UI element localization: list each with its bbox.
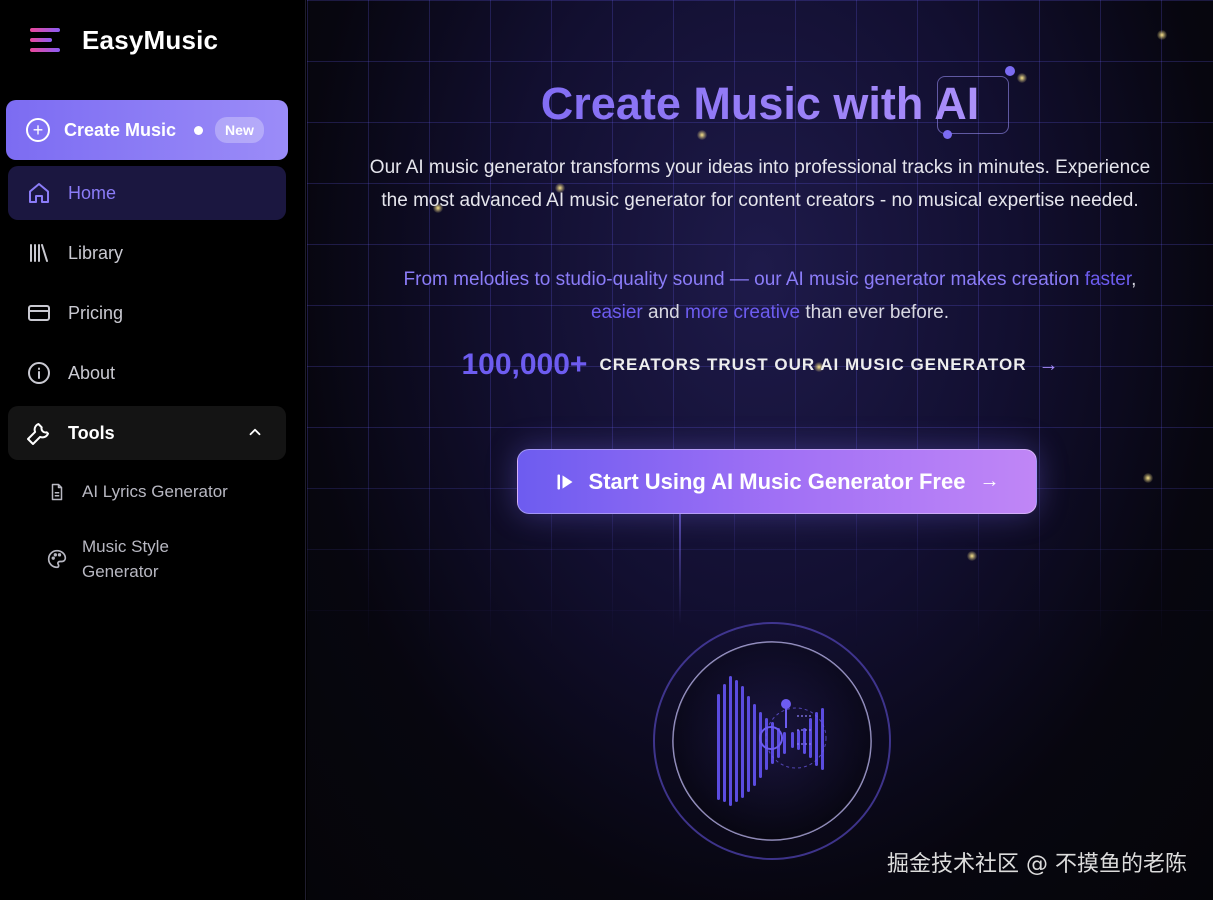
- create-music-label: Create Music: [64, 119, 177, 140]
- hero-subtext-comma: ,: [1131, 269, 1137, 290]
- hamburger-menu-icon[interactable]: [28, 24, 64, 56]
- ai-frame-dot: [1005, 66, 1015, 76]
- ai-frame-dot: [943, 130, 952, 139]
- hero-subtext-part: From melodies to studio-quality sound — …: [403, 269, 1085, 290]
- hero-subtext: From melodies to studio-quality sound — …: [347, 264, 1193, 329]
- sidebar-item-pricing[interactable]: Pricing: [8, 286, 286, 340]
- trust-number: 100,000+: [461, 348, 588, 381]
- sparkle-decoration: [697, 130, 707, 140]
- main-content: Create Music with AI Our AI music genera…: [307, 0, 1213, 900]
- play-music-icon: [557, 474, 573, 489]
- document-icon: [46, 481, 68, 503]
- sidebar-item-label: Tools: [68, 422, 115, 443]
- home-icon: [26, 180, 52, 206]
- hero-highlight-easier: easier: [590, 301, 643, 323]
- info-icon: [26, 360, 52, 386]
- sidebar-subitem-music-style-generator[interactable]: Music Style Generator: [46, 534, 286, 584]
- hero-subtext-and: and: [642, 301, 685, 323]
- sparkle-decoration: [1143, 473, 1153, 483]
- sidebar-item-library[interactable]: Library: [8, 226, 286, 280]
- sidebar-item-label: Pricing: [68, 302, 124, 323]
- sidebar-item-tools[interactable]: Tools: [8, 406, 286, 460]
- sidebar-subitem-label: AI Lyrics Generator: [82, 482, 228, 501]
- brand-name: EasyMusic: [82, 24, 219, 55]
- wrench-icon: [26, 420, 52, 446]
- new-dot-indicator: [194, 125, 204, 135]
- sidebar-item-label: Library: [68, 242, 124, 263]
- create-music-button[interactable]: + Create Music New: [6, 100, 288, 160]
- palette-icon: [46, 548, 68, 570]
- hero-highlight-faster: faster: [1084, 269, 1132, 290]
- sidebar-subitem-ai-lyrics-generator[interactable]: AI Lyrics Generator: [46, 479, 286, 504]
- credit-card-icon: [26, 300, 52, 326]
- hero-subtext-end: than ever before.: [800, 301, 950, 323]
- sidebar-item-label: Home: [68, 182, 117, 203]
- watermark-text: 掘金技术社区 @ 不摸鱼的老陈: [887, 852, 1187, 877]
- sidebar-item-home[interactable]: Home: [8, 166, 286, 220]
- sidebar: EasyMusic + Create Music New Home Librar…: [0, 0, 306, 900]
- trust-text: CREATORS TRUST OUR AI MUSIC GENERATOR: [599, 355, 1027, 374]
- plus-circle-icon: +: [26, 118, 50, 142]
- arrow-right-icon: →: [979, 470, 1000, 492]
- hero-highlight-more-creative: more creative: [684, 301, 801, 323]
- library-icon: [26, 240, 52, 266]
- cta-label: Start Using AI Music Generator Free: [588, 468, 966, 494]
- chevron-up-icon[interactable]: [246, 423, 264, 446]
- sidebar-item-label: About: [68, 362, 116, 383]
- start-free-button[interactable]: Start Using AI Music Generator Free →: [517, 449, 1037, 514]
- arrow-right-icon: →: [1038, 353, 1059, 376]
- brand[interactable]: EasyMusic: [28, 24, 218, 56]
- new-badge: New: [215, 117, 264, 143]
- hero-title: Create Music with AI: [307, 78, 1213, 130]
- decorative-line: [679, 514, 681, 624]
- sidebar-item-about[interactable]: About: [8, 346, 286, 400]
- sidebar-subitem-label: Music Style Generator: [82, 537, 169, 581]
- hero-description: Our AI music generator transforms your i…: [369, 157, 1151, 211]
- trust-link[interactable]: 100,000+ CREATORS TRUST OUR AI MUSIC GEN…: [307, 348, 1213, 382]
- sparkle-decoration: [967, 551, 977, 561]
- sparkle-decoration: [1157, 30, 1167, 40]
- music-waveform-logo: [653, 622, 891, 860]
